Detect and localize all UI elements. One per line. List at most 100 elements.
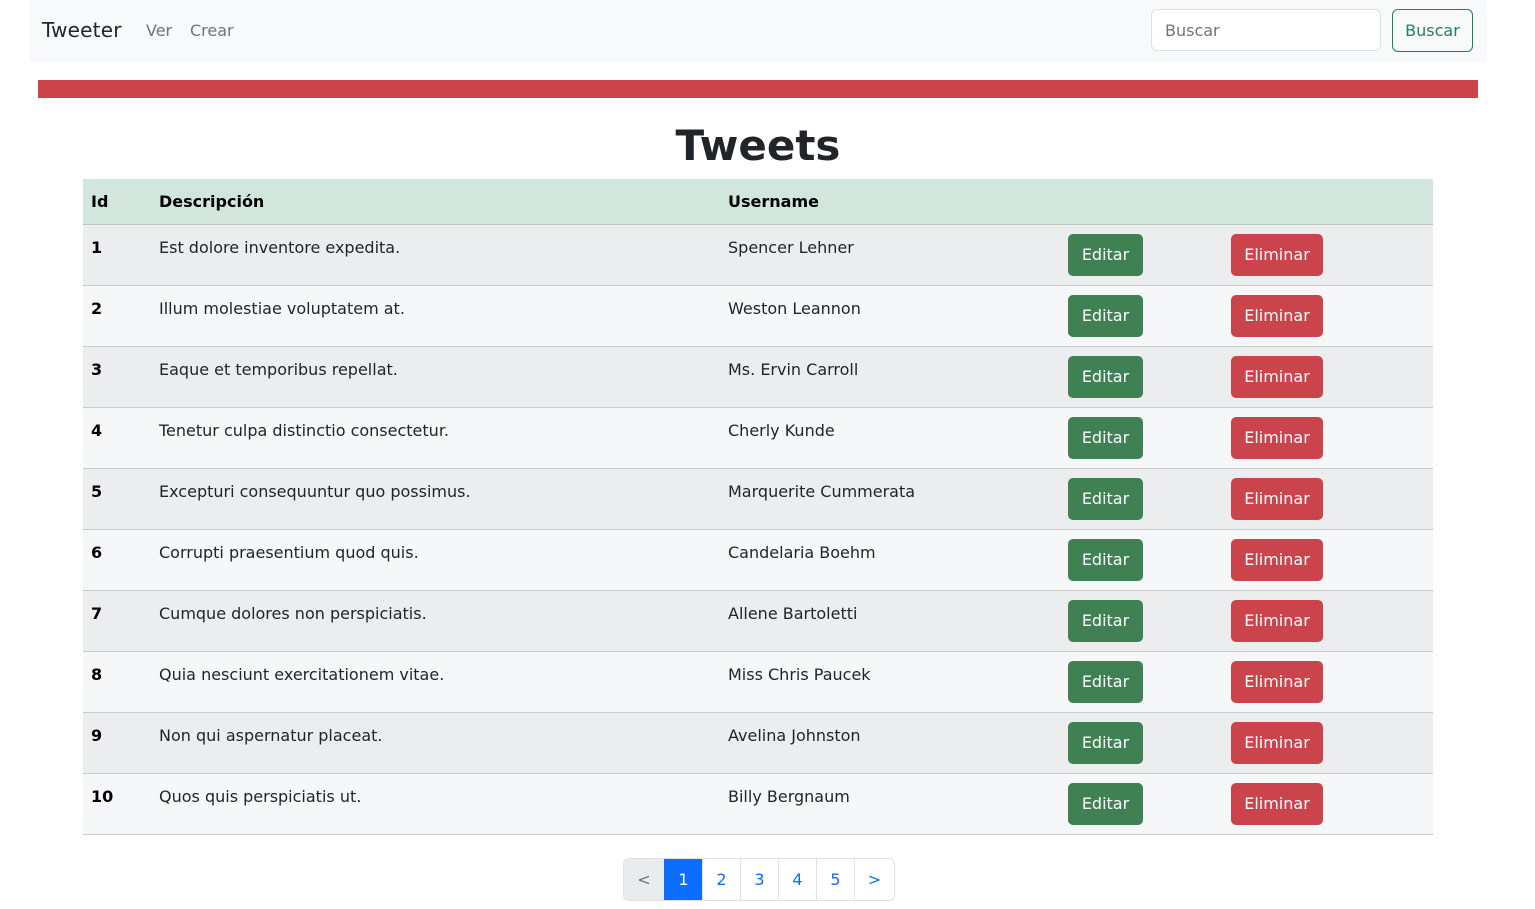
edit-button[interactable]: Editar [1068,477,1143,520]
row-id: 1 [83,224,151,286]
table-row: 3 Eaque et temporibus repellat. Ms. Ervin … [83,346,1433,408]
row-id: 9 [83,712,151,774]
row-id: 2 [83,285,151,347]
row-delete-cell: Eliminar [1231,529,1433,591]
nav-link-crear[interactable]: Crear [190,21,234,40]
row-username: Cherly Kunde [720,407,1068,469]
row-delete-cell: Eliminar [1231,407,1433,469]
row-id: 3 [83,346,151,408]
table-row: 4 Tenetur culpa distinctio consectetur. Ch… [83,407,1433,469]
edit-button[interactable]: Editar [1068,721,1143,764]
delete-button[interactable]: Eliminar [1231,233,1323,276]
header-descripcion: Descripción [151,179,720,225]
row-edit-cell: Editar [1068,407,1231,469]
page-1-button[interactable]: 1 [664,859,702,900]
search-button[interactable]: Buscar [1392,9,1473,52]
pagination: < 1 2 3 4 5 > [623,858,895,901]
table-row: 2 Illum molestiae voluptatem at. Weston Le… [83,285,1433,347]
table-row: 5 Excepturi consequuntur quo possimus. Mar… [83,468,1433,530]
page-2-button[interactable]: 2 [702,859,740,900]
row-username: Avelina Johnston [720,712,1068,774]
row-descripcion: Cumque dolores non perspiciatis. [151,590,720,652]
page-prev-button[interactable]: < [624,859,664,900]
header-edit-column [1068,179,1231,225]
page-3-button[interactable]: 3 [740,859,778,900]
delete-button[interactable]: Eliminar [1231,782,1323,825]
row-descripcion: Non qui aspernatur placeat. [151,712,720,774]
search-input[interactable] [1151,9,1381,51]
row-delete-cell: Eliminar [1231,224,1433,286]
page-next-button[interactable]: > [854,859,894,900]
delete-button[interactable]: Eliminar [1231,660,1323,703]
row-id: 7 [83,590,151,652]
row-delete-cell: Eliminar [1231,590,1433,652]
page-title: Tweets [675,121,841,170]
row-edit-cell: Editar [1068,773,1231,835]
row-username: Miss Chris Paucek [720,651,1068,713]
nav-link-ver[interactable]: Ver [146,21,172,40]
table-row: 7 Cumque dolores non perspiciatis. Allene … [83,590,1433,652]
edit-button[interactable]: Editar [1068,599,1143,642]
row-descripcion: Tenetur culpa distinctio consectetur. [151,407,720,469]
edit-button[interactable]: Editar [1068,538,1143,581]
row-username: Candelaria Boehm [720,529,1068,591]
table-row: 6 Corrupti praesentium quod quis. Candelar… [83,529,1433,591]
row-username: Marquerite Cummerata [720,468,1068,530]
table-row: 1 Est dolore inventore expedita. Spencer L… [83,224,1433,286]
table-header-row: Id Descripción Username [83,179,1433,225]
header-id: Id [83,179,151,225]
header-username: Username [720,179,1068,225]
row-username: Weston Leannon [720,285,1068,347]
row-delete-cell: Eliminar [1231,651,1433,713]
row-descripcion: Quos quis perspiciatis ut. [151,773,720,835]
alert-bar [38,80,1478,98]
row-delete-cell: Eliminar [1231,285,1433,347]
page-5-button[interactable]: 5 [816,859,854,900]
header-delete-column [1231,179,1433,225]
delete-button[interactable]: Eliminar [1231,599,1323,642]
row-delete-cell: Eliminar [1231,773,1433,835]
edit-button[interactable]: Editar [1068,355,1143,398]
page-4-button[interactable]: 4 [778,859,816,900]
row-descripcion: Quia nesciunt exercitationem vitae. [151,651,720,713]
row-delete-cell: Eliminar [1231,346,1433,408]
row-id: 8 [83,651,151,713]
row-edit-cell: Editar [1068,712,1231,774]
delete-button[interactable]: Eliminar [1231,416,1323,459]
edit-button[interactable]: Editar [1068,782,1143,825]
row-descripcion: Excepturi consequuntur quo possimus. [151,468,720,530]
row-id: 4 [83,407,151,469]
row-username: Spencer Lehner [720,224,1068,286]
row-edit-cell: Editar [1068,285,1231,347]
table-body: 1 Est dolore inventore expedita. Spencer L… [83,224,1433,835]
row-edit-cell: Editar [1068,651,1231,713]
row-descripcion: Eaque et temporibus repellat. [151,346,720,408]
delete-button[interactable]: Eliminar [1231,721,1323,764]
edit-button[interactable]: Editar [1068,294,1143,337]
edit-button[interactable]: Editar [1068,233,1143,276]
table-row: 9 Non qui aspernatur placeat. Avelina John… [83,712,1433,774]
row-descripcion: Illum molestiae voluptatem at. [151,285,720,347]
table-row: 8 Quia nesciunt exercitationem vitae. Miss… [83,651,1433,713]
row-id: 6 [83,529,151,591]
navbar: Tweeter Ver Crear Buscar [29,0,1487,62]
row-delete-cell: Eliminar [1231,712,1433,774]
row-edit-cell: Editar [1068,468,1231,530]
row-edit-cell: Editar [1068,529,1231,591]
row-edit-cell: Editar [1068,346,1231,408]
tweets-table: Id Descripción Username 1 Est dolore inve… [83,179,1433,835]
delete-button[interactable]: Eliminar [1231,538,1323,581]
delete-button[interactable]: Eliminar [1231,294,1323,337]
row-id: 5 [83,468,151,530]
table-row: 10 Quos quis perspiciatis ut. Billy Bergna… [83,773,1433,835]
row-edit-cell: Editar [1068,590,1231,652]
delete-button[interactable]: Eliminar [1231,477,1323,520]
row-id: 10 [83,773,151,835]
brand-link[interactable]: Tweeter [42,18,122,42]
row-username: Allene Bartoletti [720,590,1068,652]
edit-button[interactable]: Editar [1068,660,1143,703]
row-username: Billy Bergnaum [720,773,1068,835]
delete-button[interactable]: Eliminar [1231,355,1323,398]
row-descripcion: Corrupti praesentium quod quis. [151,529,720,591]
edit-button[interactable]: Editar [1068,416,1143,459]
